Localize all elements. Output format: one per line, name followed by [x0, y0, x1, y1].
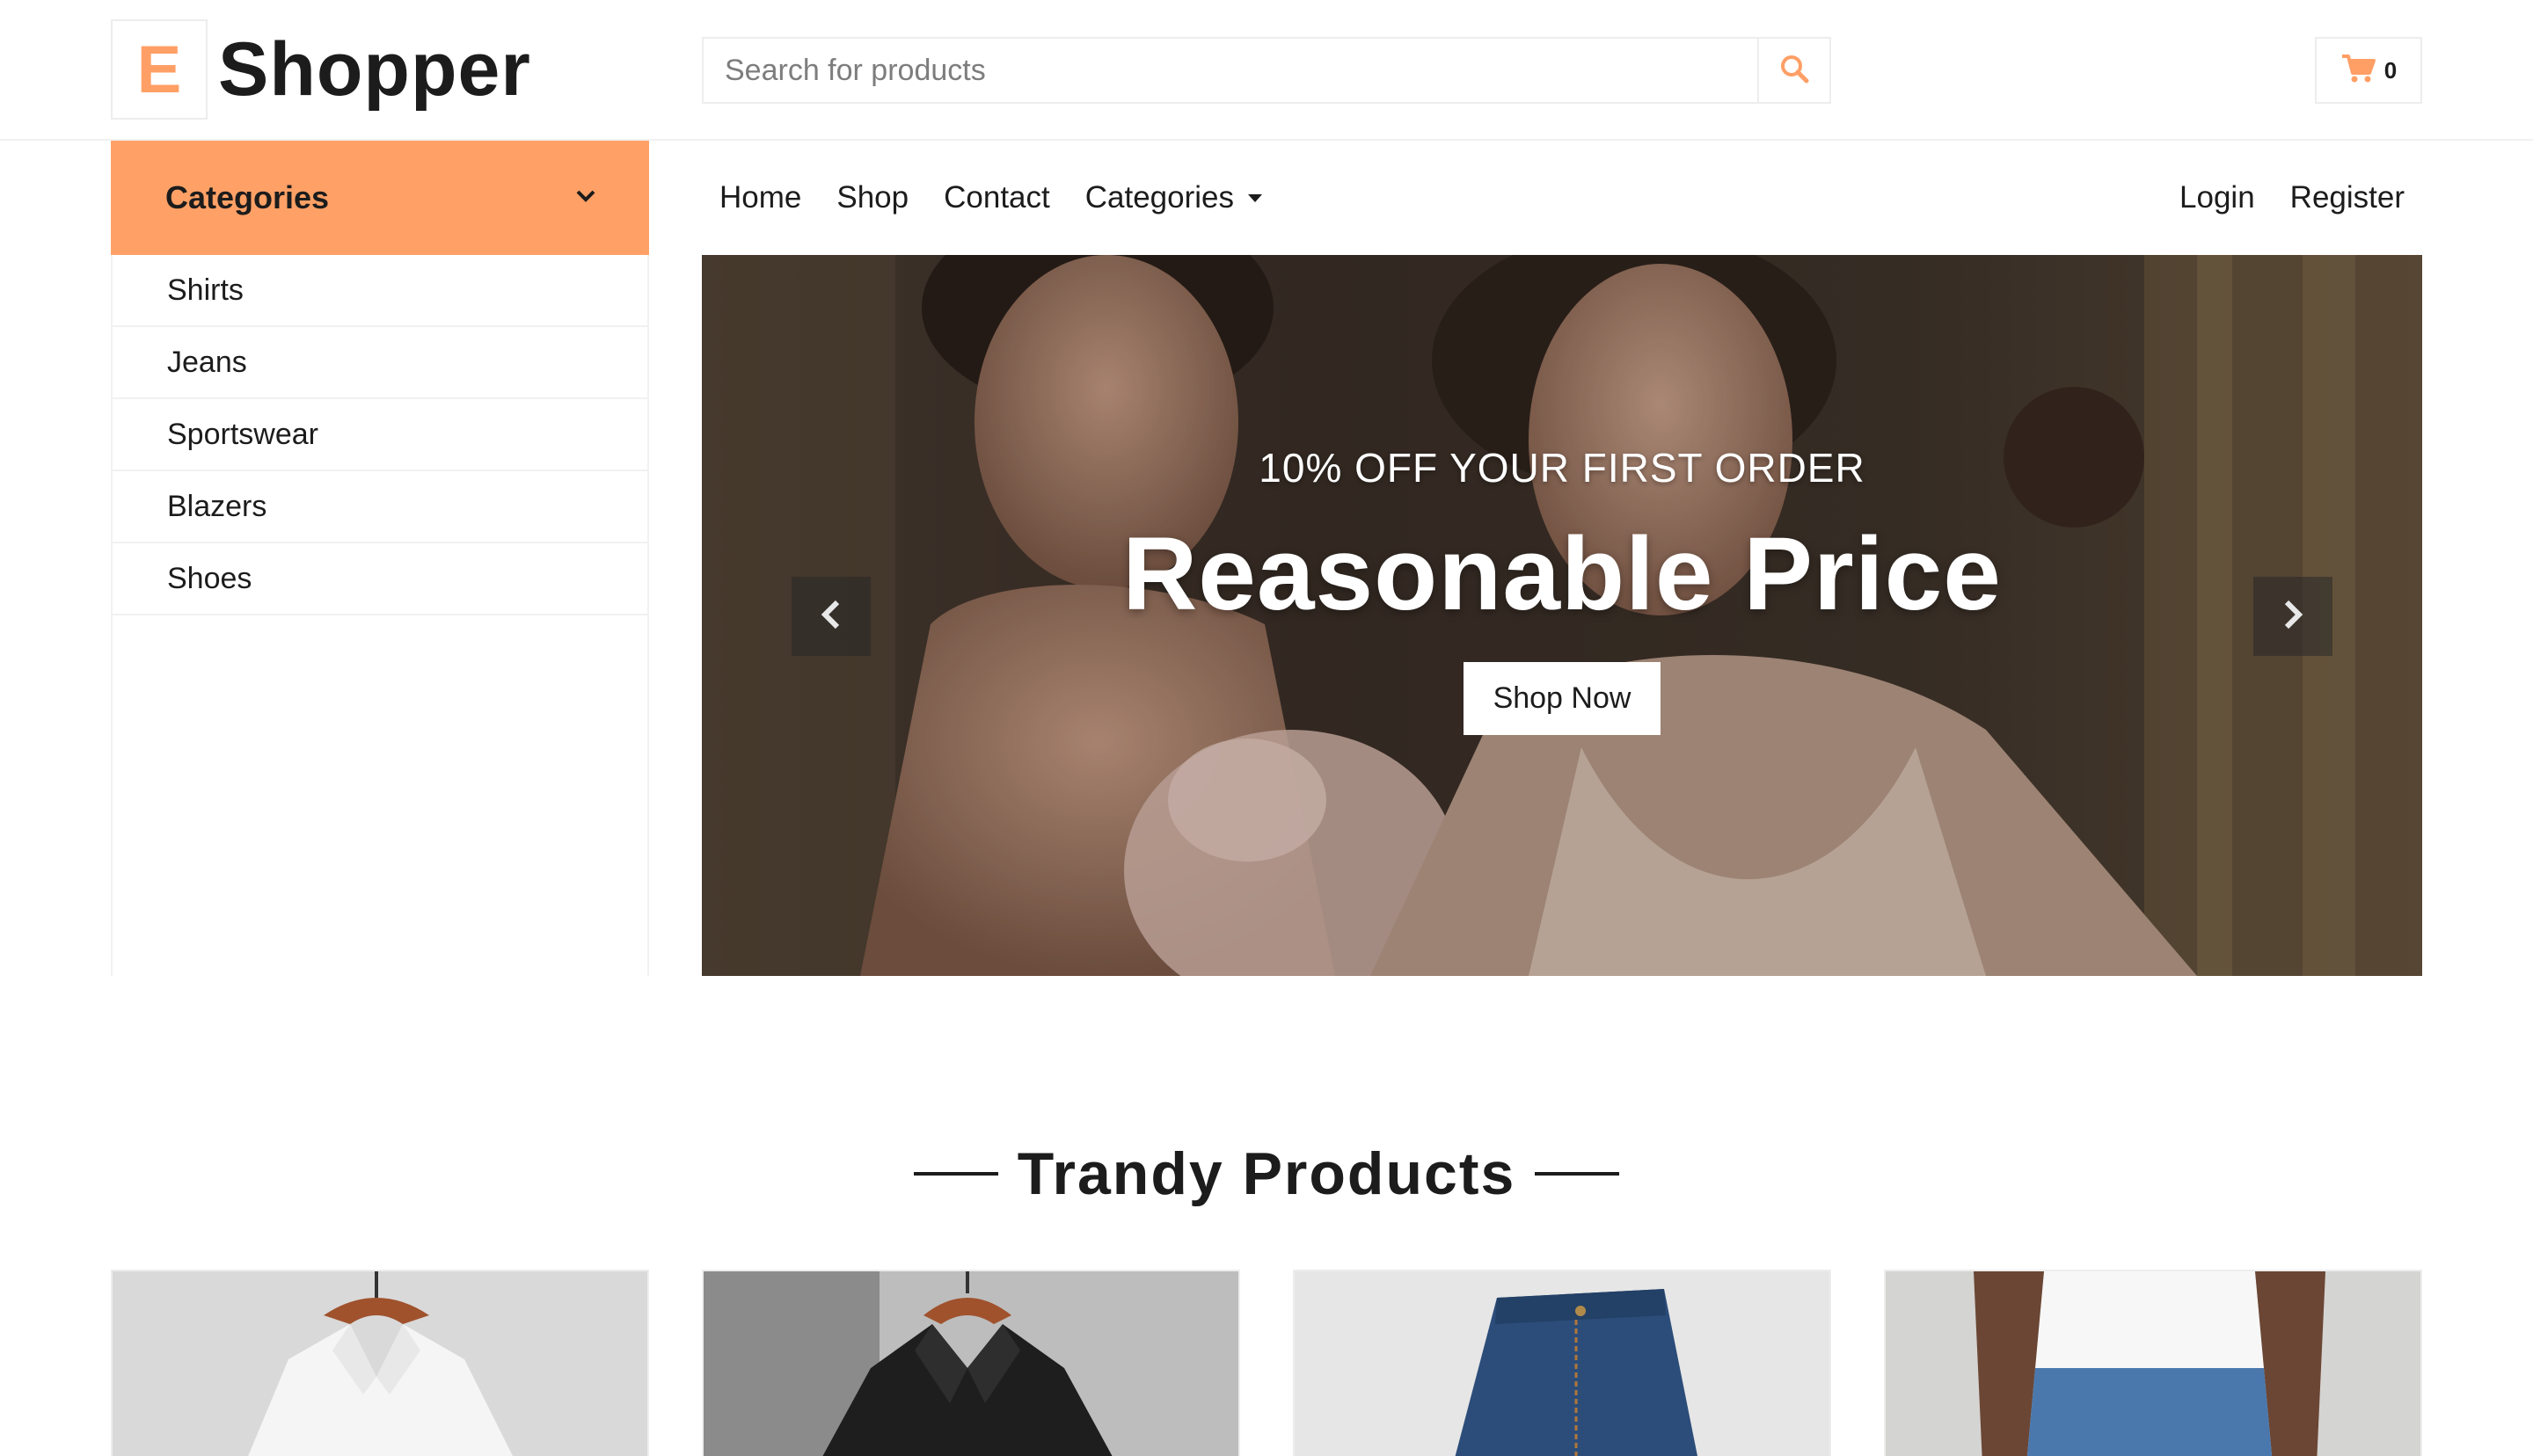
- category-item-jeans[interactable]: Jeans: [113, 327, 647, 399]
- chevron-left-icon: [818, 597, 844, 637]
- nav-link-login[interactable]: Login: [2179, 180, 2255, 215]
- top-bar: E Shopper 0: [0, 0, 2533, 141]
- product-card-blue-jeans[interactable]: [1293, 1270, 1831, 1456]
- hero-title: Reasonable Price: [1122, 515, 2002, 632]
- product-image-blue-jeans: [1295, 1271, 1829, 1456]
- product-image-denim-man: [1886, 1271, 2420, 1456]
- trendy-products-heading: Trandy Products: [0, 1139, 2533, 1208]
- heading-divider-left: [913, 1172, 998, 1176]
- product-card-black-jacket[interactable]: [702, 1270, 1240, 1456]
- chevron-down-icon: [575, 189, 596, 207]
- site-logo[interactable]: E Shopper: [111, 19, 531, 120]
- shopping-cart-icon: [2340, 54, 2376, 88]
- hero-carousel: 10% OFF YOUR FIRST ORDER Reasonable Pric…: [702, 255, 2422, 976]
- hero-subtitle: 10% OFF YOUR FIRST ORDER: [1259, 444, 1865, 491]
- nav-links-left: Home Shop Contact Categories: [719, 180, 1297, 215]
- hero-caption: 10% OFF YOUR FIRST ORDER Reasonable Pric…: [702, 255, 2422, 976]
- shop-now-button[interactable]: Shop Now: [1463, 661, 1661, 735]
- carousel-next-button[interactable]: [2253, 577, 2332, 656]
- categories-header-label: Categories: [165, 179, 330, 215]
- category-item-shoes[interactable]: Shoes: [113, 543, 647, 615]
- logo-name: Shopper: [218, 26, 531, 112]
- nav-link-shop[interactable]: Shop: [836, 180, 909, 215]
- nav-link-home[interactable]: Home: [719, 180, 801, 215]
- product-card-white-shirt[interactable]: [111, 1270, 649, 1456]
- cart-count-badge: 0: [2383, 56, 2398, 84]
- section-title: Trandy Products: [1017, 1140, 1516, 1207]
- nav-link-register[interactable]: Register: [2290, 180, 2405, 215]
- product-card-denim-man[interactable]: [1884, 1270, 2422, 1456]
- main-navbar: Home Shop Contact Categories Login Regis…: [702, 141, 2422, 255]
- caret-down-icon: [1248, 193, 1263, 202]
- categories-dropdown-toggle[interactable]: Categories: [111, 141, 649, 255]
- heading-divider-right: [1535, 1172, 1620, 1176]
- cart-button[interactable]: 0: [2315, 37, 2422, 104]
- product-image-black-jacket: [704, 1271, 1238, 1456]
- nav-link-contact[interactable]: Contact: [944, 180, 1050, 215]
- logo-letter: E: [111, 19, 208, 120]
- categories-list: Shirts Jeans Sportswear Blazers Shoes: [111, 255, 649, 976]
- search-bar: [702, 37, 1831, 104]
- category-item-shirts[interactable]: Shirts: [113, 255, 647, 327]
- category-item-blazers[interactable]: Blazers: [113, 471, 647, 543]
- search-button[interactable]: [1757, 39, 1829, 102]
- product-image-white-shirt: [113, 1271, 647, 1456]
- carousel-prev-button[interactable]: [792, 577, 871, 656]
- search-icon: [1778, 53, 1810, 89]
- nav-links-right: Login Register: [2144, 180, 2405, 215]
- nav-categories-dropdown[interactable]: Categories: [1084, 180, 1263, 215]
- search-input[interactable]: [704, 39, 1757, 102]
- chevron-right-icon: [2280, 597, 2306, 637]
- category-item-sportswear[interactable]: Sportswear: [113, 399, 647, 471]
- nav-categories-label: Categories: [1084, 180, 1235, 215]
